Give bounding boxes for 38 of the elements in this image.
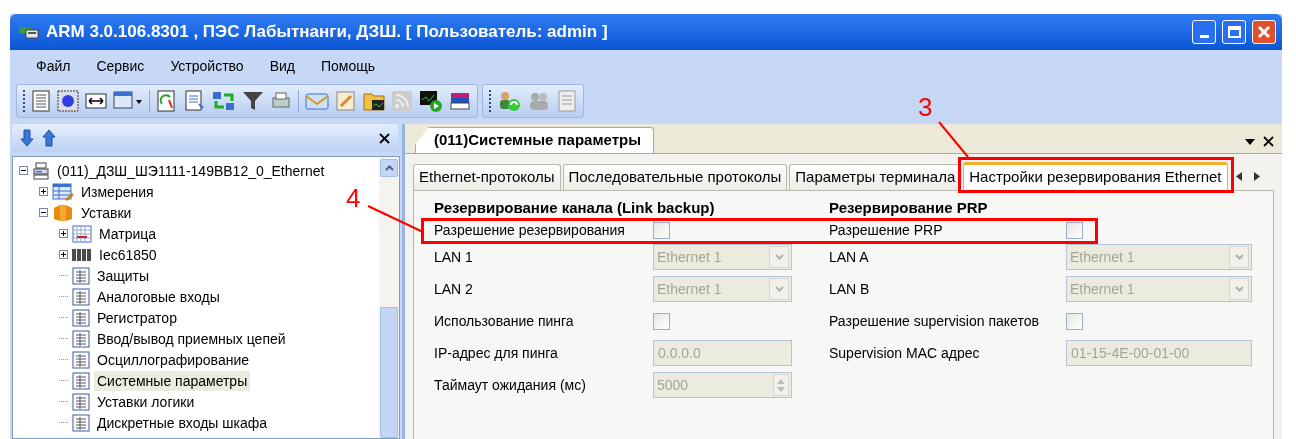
field-label: LAN 2: [434, 279, 474, 299]
window-title: ARM 3.0.106.8301 , ПЭС Лабытнанги, ДЗШ. [ Пользователь: admin ]: [46, 21, 609, 44]
tree-item[interactable]: Iec61850: [96, 244, 160, 265]
field-label: Разрешение supervision пакетов: [829, 311, 1040, 331]
menu-item[interactable]: Помощь: [308, 55, 388, 77]
document-tab[interactable]: (011)Системные параметры: [415, 127, 655, 153]
field-label: Таймаут ожидания (мс): [434, 375, 587, 395]
tree-item[interactable]: Матрица: [96, 223, 160, 244]
field-label: LAN A: [829, 247, 870, 267]
tree-item[interactable]: Уставки: [78, 202, 135, 223]
field-label: Использование пинга: [434, 311, 575, 331]
section-heading: Резервирование PRP: [829, 198, 989, 218]
menu-item[interactable]: Сервис: [84, 55, 157, 77]
field-label: Разрешение PRP: [829, 220, 944, 240]
tree-item[interactable]: Регистратор: [94, 307, 180, 328]
field-label: Разрешение резервирования: [434, 220, 626, 240]
field-label: LAN B: [829, 279, 871, 299]
tree-item[interactable]: Ввод/вывод приемных цепей: [94, 328, 289, 349]
tree-item[interactable]: Аналоговые входы: [94, 286, 223, 307]
tab[interactable]: Ethernet-протоколы: [413, 164, 561, 190]
tree-item[interactable]: Измерения: [78, 181, 157, 202]
tree-item[interactable]: Осциллографирование: [94, 349, 252, 370]
section-heading: Резервирование канала (Link backup): [434, 198, 716, 218]
tab[interactable]: Последовательные протоколы: [562, 164, 788, 190]
field-label: IP-адрес для пинга: [434, 343, 559, 363]
field-label: LAN 1: [434, 247, 474, 267]
tree-item[interactable]: (011)_ДЗШ_ШЭ1111-149ВВ12_0_Ethernet: [54, 160, 328, 181]
menu-item[interactable]: Устройство: [158, 55, 256, 77]
annotation-number: 4: [346, 184, 361, 212]
tree-item[interactable]: Уставки логики: [94, 391, 198, 412]
annotation-number: 3: [918, 93, 933, 121]
tree-item[interactable]: Защиты: [94, 265, 153, 286]
field-label: Supervision MAC адрес: [829, 343, 981, 363]
tab[interactable]: Настройки резервирования Ethernet: [963, 162, 1228, 190]
tree-item[interactable]: Системные параметры: [94, 370, 251, 391]
tree-item[interactable]: Дискретные входы шкафа: [94, 412, 271, 433]
menu-item[interactable]: Вид: [257, 55, 307, 77]
menu-item[interactable]: Файл: [24, 55, 83, 77]
